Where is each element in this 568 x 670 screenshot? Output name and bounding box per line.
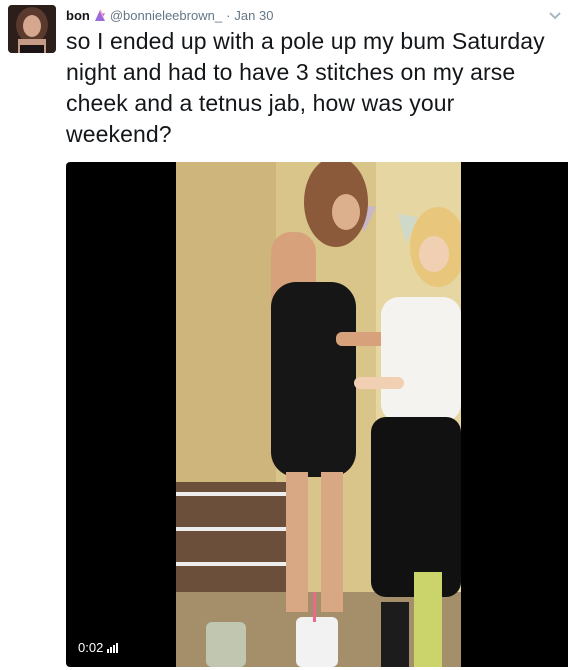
chevron-down-icon[interactable]	[548, 8, 562, 20]
video-player[interactable]: 0:02	[66, 162, 568, 667]
video-time: 0:02	[78, 640, 104, 655]
unicorn-emoji-icon	[93, 8, 107, 22]
tweet-date[interactable]: Jan 30	[234, 8, 273, 23]
user-handle[interactable]: @bonnieleebrown_	[110, 8, 222, 23]
avatar[interactable]	[8, 5, 56, 53]
tweet-header: bon @bonnieleebrown_ · Jan 30	[66, 6, 273, 24]
separator: ·	[226, 7, 231, 23]
tweet-text: so I ended up with a pole up my bum Satu…	[66, 28, 545, 147]
display-name[interactable]: bon	[66, 8, 90, 23]
volume-bars-icon[interactable]	[107, 642, 119, 653]
video-frame	[176, 162, 461, 667]
video-meta: 0:02	[78, 640, 119, 655]
avatar-photo	[8, 5, 56, 53]
